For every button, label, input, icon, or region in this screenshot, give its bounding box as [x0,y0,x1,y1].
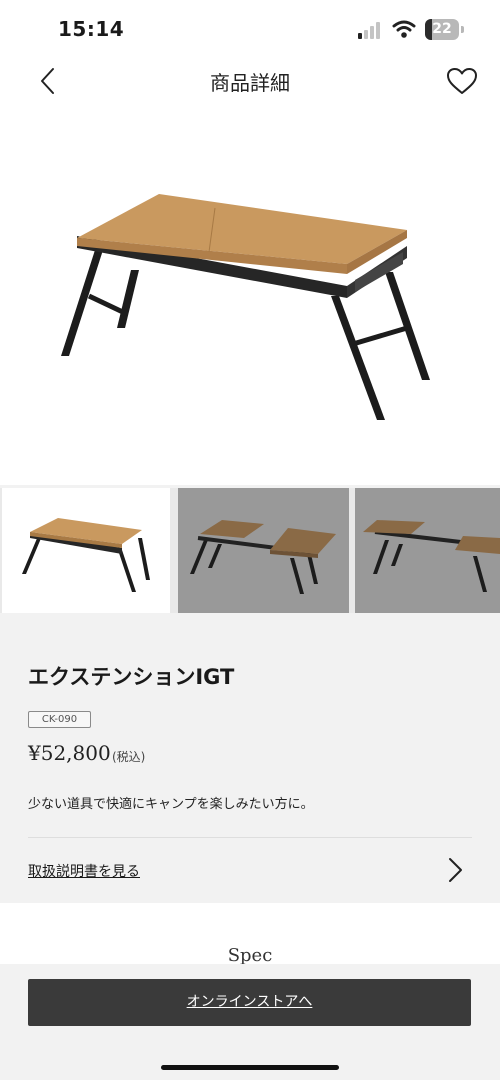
battery-tip [461,26,464,33]
wifi-icon [392,20,416,38]
thumbnail-3[interactable] [355,488,500,613]
page-title: 商品詳細 [210,71,290,95]
product-description: 少ない道具で快適にキャンプを楽しみたい方に。 [28,797,314,812]
cellular-signal-icon [358,21,384,39]
thumbnail-strip [0,488,500,613]
heart-outline-icon [447,68,477,94]
status-bar: 15:14 22 [0,0,500,58]
home-indicator [161,1065,339,1070]
favorite-button[interactable] [446,66,478,96]
chevron-right-icon [449,858,462,882]
battery-indicator: 22 [425,19,459,40]
thumbnail-1[interactable] [2,488,170,613]
spec-heading: Spec [227,945,273,966]
manual-link[interactable]: 取扱説明書を見る [28,850,472,890]
status-time: 15:14 [58,17,125,41]
table-image [61,194,430,420]
divider [28,837,472,838]
thumbnail-2[interactable] [178,488,349,613]
nav-bar: 商品詳細 [0,58,500,108]
online-store-button[interactable]: オンラインストアへ [28,979,471,1026]
product-hero-image[interactable] [0,108,500,485]
battery-level: 22 [432,21,452,37]
bottom-bar: オンラインストアへ [0,964,500,1080]
table-thumbnail-image [22,518,150,592]
tax-note: (税込) [112,750,146,764]
manual-link-label: 取扱説明書を見る [28,864,140,880]
model-number-badge: CK-090 [28,711,91,728]
product-price: ¥52,800 [28,741,111,765]
extended-table-thumbnail-image [363,520,500,592]
product-info: エクステンションIGT CK-090 ¥52,800 (税込) 少ない道具で快適… [0,613,500,903]
extended-table-thumbnail-image [190,520,336,594]
product-name: エクステンションIGT [28,665,235,689]
